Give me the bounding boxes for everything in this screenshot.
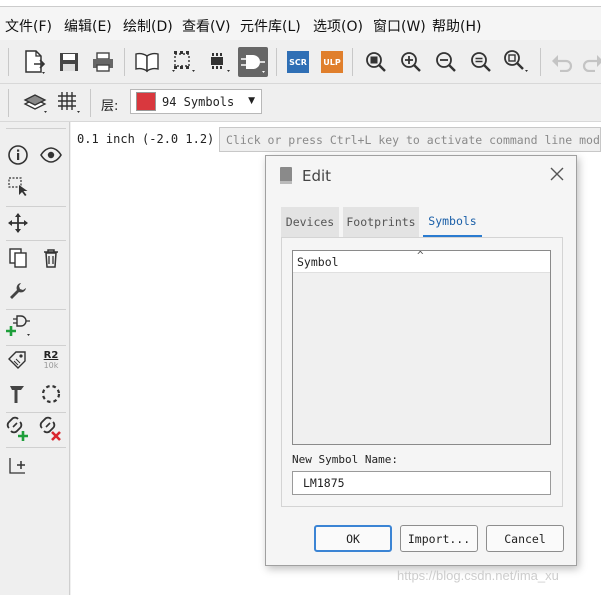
menu-file[interactable]: 文件(F) bbox=[5, 16, 52, 36]
package-icon[interactable] bbox=[203, 47, 233, 77]
new-symbol-name-input[interactable]: LM1875 bbox=[292, 471, 551, 495]
close-icon[interactable] bbox=[548, 165, 566, 183]
layers-icon[interactable] bbox=[20, 87, 50, 117]
left-tool-sidebar: R2 10k bbox=[0, 122, 70, 595]
menu-library[interactable]: 元件库(L) bbox=[240, 16, 301, 36]
ulp-label: ULP bbox=[321, 51, 343, 73]
dialog-title: Edit bbox=[302, 167, 332, 185]
library-book-icon[interactable] bbox=[132, 47, 162, 77]
window-top-edge bbox=[0, 0, 601, 7]
command-line-input[interactable]: Click or press Ctrl+L key to activate co… bbox=[219, 127, 601, 152]
chevron-down-icon: ▼ bbox=[248, 96, 255, 106]
copy-icon[interactable] bbox=[5, 245, 31, 271]
watermark-text: https://blog.csdn.net/ima_xu bbox=[397, 568, 559, 583]
delete-trash-icon[interactable] bbox=[38, 245, 64, 271]
layer-label: 层: bbox=[101, 99, 119, 114]
cancel-button[interactable]: Cancel bbox=[486, 525, 564, 552]
info-icon[interactable] bbox=[5, 142, 31, 168]
change-wrench-icon[interactable] bbox=[5, 278, 31, 304]
layer-toolbar bbox=[0, 84, 601, 122]
move-icon[interactable] bbox=[5, 210, 31, 236]
list-header-label: Symbol bbox=[297, 255, 339, 269]
print-icon[interactable] bbox=[88, 47, 118, 77]
sort-caret-icon: ^ bbox=[417, 249, 424, 262]
tab-devices[interactable]: Devices bbox=[281, 207, 339, 237]
zoom-fit-icon[interactable] bbox=[361, 47, 391, 77]
import-button[interactable]: Import... bbox=[400, 525, 478, 552]
layer-dropdown[interactable]: 94 Symbols ▼ bbox=[130, 89, 262, 114]
scr-script-icon[interactable]: SCR bbox=[283, 47, 313, 77]
origin-crosshair-icon[interactable] bbox=[5, 452, 31, 478]
menu-options[interactable]: 选项(O) bbox=[313, 16, 363, 36]
zoom-out-icon[interactable] bbox=[431, 47, 461, 77]
zoom-options-icon[interactable] bbox=[501, 47, 531, 77]
menu-edit[interactable]: 编辑(E) bbox=[64, 16, 112, 36]
cursor-coordinates: 0.1 inch (-2.0 1.2) bbox=[77, 132, 215, 146]
tab-symbols[interactable]: Symbols bbox=[423, 207, 482, 237]
tab-footprints[interactable]: Footprints bbox=[343, 207, 419, 237]
symbol-mode-icon[interactable] bbox=[238, 47, 268, 77]
value-icon-bottom-label: 10k bbox=[43, 361, 59, 370]
layer-color-swatch bbox=[136, 92, 156, 111]
value-icon-top-label: R2 bbox=[43, 350, 59, 361]
remove-link-icon[interactable] bbox=[38, 416, 64, 442]
menu-help[interactable]: 帮助(H) bbox=[432, 16, 481, 36]
value-icon[interactable]: R2 10k bbox=[38, 348, 64, 374]
smash-pin-icon[interactable] bbox=[5, 381, 31, 407]
menu-view[interactable]: 查看(V) bbox=[182, 16, 231, 36]
name-tag-icon[interactable] bbox=[5, 348, 31, 374]
edit-dialog: Edit Devices Footprints Symbols Symbol ^… bbox=[265, 155, 577, 566]
ok-button[interactable]: OK bbox=[314, 525, 392, 552]
list-column-header[interactable]: Symbol ^ bbox=[293, 249, 550, 273]
menu-bar: 文件(F) 编辑(E) 绘制(D) 查看(V) 元件库(L) 选项(O) 窗口(… bbox=[0, 0, 601, 40]
new-symbol-name-label: New Symbol Name: bbox=[292, 453, 398, 466]
undo-icon[interactable] bbox=[547, 47, 577, 77]
show-eye-icon[interactable] bbox=[38, 142, 64, 168]
new-file-icon[interactable] bbox=[20, 47, 50, 77]
layer-selected-value: 94 Symbols bbox=[162, 94, 235, 109]
footprint-icon[interactable] bbox=[168, 47, 198, 77]
add-part-icon[interactable] bbox=[5, 314, 35, 340]
grid-icon[interactable] bbox=[53, 87, 83, 117]
main-toolbar: SCR ULP bbox=[0, 40, 601, 84]
group-select-icon[interactable] bbox=[5, 174, 31, 200]
redo-icon[interactable] bbox=[578, 47, 601, 77]
book-icon bbox=[278, 166, 294, 190]
zoom-in-icon[interactable] bbox=[396, 47, 426, 77]
add-link-icon[interactable] bbox=[5, 416, 31, 442]
save-icon[interactable] bbox=[54, 47, 84, 77]
scr-label: SCR bbox=[287, 51, 309, 73]
menu-draw[interactable]: 绘制(D) bbox=[123, 16, 173, 36]
symbol-list[interactable]: Symbol ^ bbox=[292, 249, 551, 445]
zoom-select-icon[interactable] bbox=[466, 47, 496, 77]
ulp-icon[interactable]: ULP bbox=[317, 47, 347, 77]
menu-window[interactable]: 窗口(W) bbox=[373, 16, 426, 36]
mirror-dashed-circle-icon[interactable] bbox=[38, 381, 64, 407]
